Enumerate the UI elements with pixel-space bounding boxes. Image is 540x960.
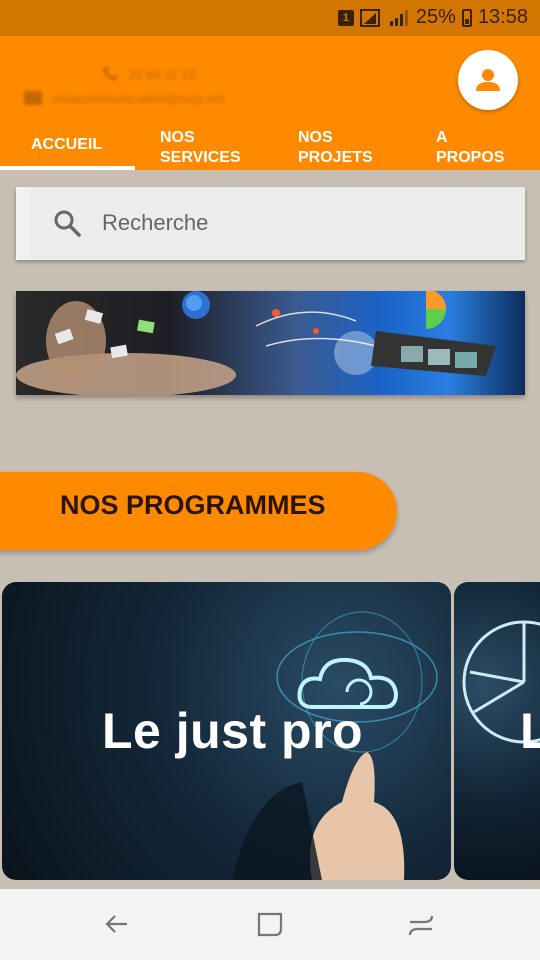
phone-number: 20 66 11 22: [128, 66, 196, 82]
program-card[interactable]: Le just pro: [2, 582, 451, 880]
sim-icon: 1: [337, 9, 354, 26]
section-title: NOS PROGRAMMES: [60, 490, 326, 520]
email-address: mbacommunication@corp.net: [52, 90, 225, 106]
battery-icon: [461, 8, 472, 27]
signal-strength-icon: [389, 9, 408, 26]
battery-percent: 25%: [415, 6, 456, 28]
tab-nos-services[interactable]: NOS SERVICES: [135, 122, 270, 170]
tab-label: NOS PROJETS: [298, 129, 373, 166]
phone-line: 20 66 11 22: [102, 62, 225, 86]
account-button[interactable]: [458, 50, 518, 110]
program-card[interactable]: L: [454, 582, 540, 880]
email-icon: [24, 91, 42, 105]
tab-label: A PROPOS: [436, 129, 505, 166]
recents-icon[interactable]: [253, 907, 287, 941]
hero-banner[interactable]: [16, 291, 525, 395]
tab-label: NOS SERVICES: [160, 129, 241, 166]
tab-nos-projets[interactable]: NOS PROJETS: [270, 122, 405, 170]
tab-bar: ACCUEIL NOS SERVICES NOS PROJETS A PROPO…: [0, 122, 540, 170]
banner-image: [16, 291, 496, 395]
system-nav-bar: [0, 889, 540, 960]
clock: 13:58: [477, 6, 528, 28]
phone-icon: [103, 67, 117, 81]
home-icon[interactable]: [404, 907, 438, 941]
search-placeholder: Recherche: [102, 210, 209, 235]
back-icon[interactable]: [101, 907, 135, 941]
tab-accueil[interactable]: ACCUEIL: [0, 122, 135, 170]
contact-info: 20 66 11 22 mbacommunication@corp.net: [24, 62, 225, 110]
search-bar[interactable]: Recherche: [16, 187, 525, 260]
signal-icon: [359, 8, 380, 27]
email-line: mbacommunication@corp.net: [24, 86, 225, 110]
search-icon: [54, 210, 81, 237]
account-icon: [476, 69, 500, 91]
program-title: Le just pro: [102, 703, 364, 759]
tab-a-propos[interactable]: A PROPOS: [405, 122, 540, 170]
program-title: L: [520, 703, 540, 759]
app-header: 20 66 11 22 mbacommunication@corp.net AC…: [0, 36, 540, 170]
status-bar: 1 25% 13:58: [0, 0, 540, 36]
section-header: NOS PROGRAMMES: [0, 472, 397, 550]
